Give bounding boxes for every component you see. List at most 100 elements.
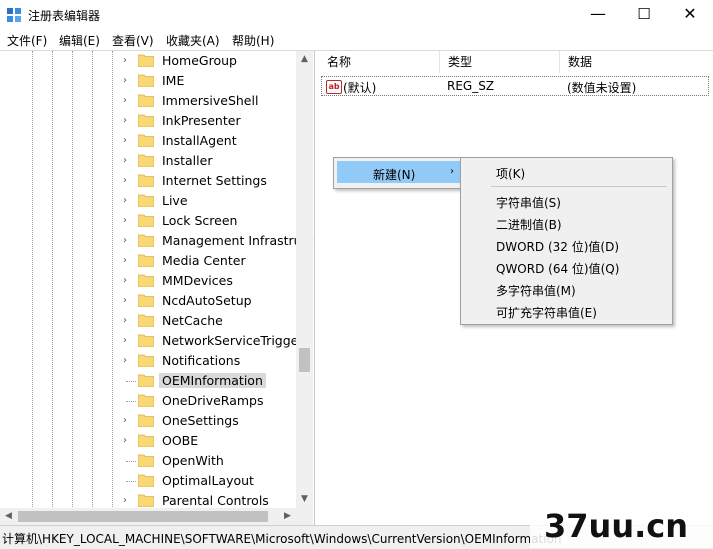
expand-chevron-icon[interactable]: › [123, 236, 133, 246]
title-bar: 注册表编辑器 — ☐ ✕ [0, 0, 713, 30]
folder-icon [138, 474, 154, 487]
context-menu-new[interactable]: 新建(N) › [337, 161, 460, 183]
expand-chevron-icon[interactable]: › [123, 256, 133, 266]
tree-item-label: Live [162, 193, 188, 208]
menu-help[interactable]: 帮助(H) [232, 32, 274, 49]
tree-guide-line [32, 51, 33, 511]
expand-chevron-icon[interactable]: › [123, 116, 133, 126]
expand-chevron-icon[interactable]: › [123, 336, 133, 346]
submenu-dword-value[interactable]: DWORD (32 位)值(D) [496, 238, 619, 255]
tree-item-label: Parental Controls [162, 493, 269, 508]
tree-item[interactable]: OneDriveRamps [120, 391, 300, 411]
menu-favorites[interactable]: 收藏夹(A) [166, 32, 220, 49]
scroll-right-icon[interactable]: ▶ [279, 508, 296, 525]
folder-icon [138, 434, 154, 447]
expand-chevron-icon[interactable]: › [123, 496, 133, 506]
expand-chevron-icon[interactable]: › [123, 136, 133, 146]
folder-icon [138, 154, 154, 167]
submenu-multi-string-value[interactable]: 多字符串值(M) [496, 282, 576, 299]
watermark-text: 37uu.cn [544, 507, 688, 545]
tree-item-label: OEMInformation [159, 373, 266, 388]
menu-file[interactable]: 文件(F) [7, 32, 47, 49]
scroll-down-icon[interactable]: ▼ [296, 491, 313, 508]
scroll-thumb[interactable] [299, 348, 310, 372]
scroll-left-icon[interactable]: ◀ [0, 508, 17, 525]
scroll-corner [296, 508, 313, 525]
tree-item[interactable]: › OneSettings [120, 411, 300, 431]
maximize-button[interactable]: ☐ [621, 0, 667, 30]
column-header-data[interactable]: 数据 [560, 51, 713, 73]
menu-bar: 文件(F) 编辑(E) 查看(V) 收藏夹(A) 帮助(H) [0, 30, 713, 50]
expand-chevron-icon[interactable]: › [123, 216, 133, 226]
expand-chevron-icon[interactable]: › [123, 356, 133, 366]
expand-chevron-icon[interactable]: › [123, 416, 133, 426]
folder-icon [138, 214, 154, 227]
tree-connector [126, 401, 136, 402]
menu-edit[interactable]: 编辑(E) [59, 32, 100, 49]
submenu-expandable-string-value[interactable]: 可扩充字符串值(E) [496, 304, 597, 321]
folder-icon [138, 114, 154, 127]
tree-guide-line [72, 51, 73, 511]
expand-chevron-icon[interactable]: › [123, 76, 133, 86]
expand-chevron-icon[interactable]: › [123, 156, 133, 166]
scroll-up-icon[interactable]: ▲ [296, 51, 313, 68]
tree-item[interactable]: › InkPresenter [120, 111, 300, 131]
tree-item[interactable]: › Notifications [120, 351, 300, 371]
expand-chevron-icon[interactable]: › [123, 56, 133, 66]
column-header-type[interactable]: 类型 [440, 51, 560, 73]
expand-chevron-icon[interactable]: › [123, 176, 133, 186]
folder-icon [138, 314, 154, 327]
tree-connector [126, 381, 136, 382]
submenu-qword-value[interactable]: QWORD (64 位)值(Q) [496, 260, 619, 277]
expand-chevron-icon[interactable]: › [123, 436, 133, 446]
tree-item[interactable]: › Media Center [120, 251, 300, 271]
tree-vertical-scrollbar[interactable]: ▲ ▼ [296, 51, 313, 508]
tree-item[interactable]: OpenWith [120, 451, 300, 471]
close-button[interactable]: ✕ [667, 0, 713, 30]
expand-chevron-icon[interactable]: › [123, 276, 133, 286]
tree-item[interactable]: › IME [120, 71, 300, 91]
tree-item[interactable]: › HomeGroup [120, 51, 300, 71]
tree-item-label: OpenWith [162, 453, 224, 468]
tree-item-label: OneDriveRamps [162, 393, 264, 408]
tree-item[interactable]: › Internet Settings [120, 171, 300, 191]
registry-tree[interactable]: › HomeGroup › IME › ImmersiveShell › InkPresent… [0, 51, 315, 525]
tree-item-label: Media Center [162, 253, 246, 268]
tree-item[interactable]: › NetCache [120, 311, 300, 331]
minimize-button[interactable]: — [575, 0, 621, 30]
submenu-string-value[interactable]: 字符串值(S) [496, 194, 561, 211]
tree-item[interactable]: › NcdAutoSetup [120, 291, 300, 311]
submenu-binary-value[interactable]: 二进制值(B) [496, 216, 562, 233]
expand-chevron-icon[interactable]: › [123, 196, 133, 206]
registry-path: 计算机\HKEY_LOCAL_MACHINE\SOFTWARE\Microsof… [2, 532, 562, 546]
tree-item[interactable]: › OOBE [120, 431, 300, 451]
tree-item[interactable]: › InstallAgent [120, 131, 300, 151]
tree-item[interactable]: › Management Infrastructu [120, 231, 314, 251]
tree-item[interactable]: OptimalLayout [120, 471, 300, 491]
submenu-arrow-icon: › [450, 166, 454, 177]
tree-item-label: IME [162, 73, 185, 88]
tree-horizontal-scrollbar[interactable]: ◀ ▶ [0, 508, 296, 525]
tree-item[interactable]: OEMInformation [120, 371, 300, 391]
tree-item[interactable]: › NetworkServiceTriggers [120, 331, 310, 351]
submenu-key[interactable]: 项(K) [496, 165, 525, 182]
context-menu-new-label: 新建(N) [373, 168, 416, 182]
value-row[interactable]: ab (默认) REG_SZ (数值未设置) [321, 76, 709, 96]
tree-item-label: OneSettings [162, 413, 239, 428]
tree-item[interactable]: › Lock Screen [120, 211, 300, 231]
tree-item[interactable]: › MMDevices [120, 271, 300, 291]
scroll-thumb-horizontal[interactable] [18, 511, 268, 522]
tree-item[interactable]: › Installer [120, 151, 300, 171]
column-header-name[interactable]: 名称 [319, 51, 440, 73]
menu-view[interactable]: 查看(V) [112, 32, 154, 49]
folder-icon [138, 134, 154, 147]
expand-chevron-icon[interactable]: › [123, 96, 133, 106]
tree-item[interactable]: › Live [120, 191, 300, 211]
folder-icon [138, 194, 154, 207]
expand-chevron-icon[interactable]: › [123, 316, 133, 326]
tree-item-label: OOBE [162, 433, 199, 448]
tree-item[interactable]: › ImmersiveShell [120, 91, 300, 111]
expand-chevron-icon[interactable]: › [123, 296, 133, 306]
folder-icon [138, 234, 154, 247]
string-value-icon: ab [326, 80, 342, 94]
